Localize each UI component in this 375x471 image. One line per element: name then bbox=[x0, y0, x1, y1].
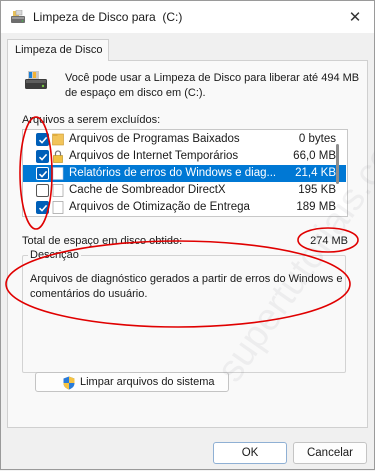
checkbox[interactable] bbox=[36, 150, 49, 163]
uac-shield-icon bbox=[63, 376, 75, 390]
file-category-size: 0 bytes bbox=[298, 133, 336, 145]
list-item[interactable]: Cache de Sombreador DirectX 195 KB bbox=[23, 182, 346, 199]
total-space-label: Total de espaço em disco obtido: bbox=[22, 235, 183, 247]
drive-icon bbox=[25, 71, 47, 89]
intro-text: Você pode usar a Limpeza de Disco para l… bbox=[65, 72, 360, 99]
file-category-name: Arquivos de Internet Temporários bbox=[69, 150, 239, 162]
file-category-name: Relatórios de erros do Windows e diag... bbox=[69, 167, 277, 179]
file-category-name: Cache de Sombreador DirectX bbox=[69, 184, 226, 196]
description-legend: Descrição bbox=[28, 249, 81, 261]
list-item[interactable]: Arquivos de Programas Baixados 0 bytes bbox=[23, 131, 346, 148]
file-category-size: 195 KB bbox=[298, 184, 336, 196]
file-category-name: Arquivos de Programas Baixados bbox=[69, 133, 240, 145]
clean-system-files-button[interactable]: Limpar arquivos do sistema bbox=[35, 372, 229, 392]
list-item[interactable]: Arquivos de Otimização de Entrega 189 MB bbox=[23, 199, 346, 216]
list-item-selected[interactable]: Relatórios de erros do Windows e diag...… bbox=[23, 165, 346, 182]
title-bar: Limpeza de Disco para (C:) ✕ bbox=[1, 1, 374, 33]
file-category-name: Arquivos de Otimização de Entrega bbox=[69, 201, 250, 213]
list-item[interactable]: Arquivos de Internet Temporários 66,0 MB bbox=[23, 148, 346, 165]
file-icon bbox=[52, 184, 64, 197]
file-category-size: 21,4 KB bbox=[295, 167, 336, 179]
checkbox[interactable] bbox=[36, 201, 49, 214]
files-list[interactable]: Arquivos de Programas Baixados 0 bytes A… bbox=[22, 129, 348, 217]
checkbox[interactable] bbox=[36, 167, 49, 180]
files-to-delete-label: Arquivos a serem excluídos: bbox=[22, 114, 161, 126]
window-title: Limpeza de Disco para (C:) bbox=[33, 10, 183, 24]
checkbox[interactable] bbox=[36, 184, 49, 197]
lock-icon bbox=[53, 150, 63, 163]
file-icon bbox=[52, 167, 64, 180]
checkbox[interactable] bbox=[36, 133, 49, 146]
close-button[interactable]: ✕ bbox=[342, 5, 368, 29]
cancel-button[interactable]: Cancelar bbox=[293, 442, 367, 464]
tab-panel: Você pode usar a Limpeza de Disco para l… bbox=[7, 60, 368, 428]
description-text: Arquivos de diagnóstico gerados a partir… bbox=[30, 273, 343, 300]
file-category-size: 189 MB bbox=[296, 201, 336, 213]
total-space-value: 274 MB bbox=[310, 235, 348, 247]
file-icon bbox=[52, 201, 64, 214]
clean-system-files-label: Limpar arquivos do sistema bbox=[80, 376, 215, 388]
folder-icon bbox=[52, 133, 64, 146]
list-scrollbar[interactable] bbox=[336, 144, 339, 184]
file-category-size: 66,0 MB bbox=[293, 150, 336, 162]
disk-cleanup-dialog: Limpeza de Disco para (C:) ✕ Limpeza de … bbox=[0, 0, 375, 470]
disk-cleanup-icon bbox=[11, 10, 25, 23]
ok-button[interactable]: OK bbox=[213, 442, 287, 464]
tab-disk-cleanup[interactable]: Limpeza de Disco bbox=[7, 39, 109, 61]
